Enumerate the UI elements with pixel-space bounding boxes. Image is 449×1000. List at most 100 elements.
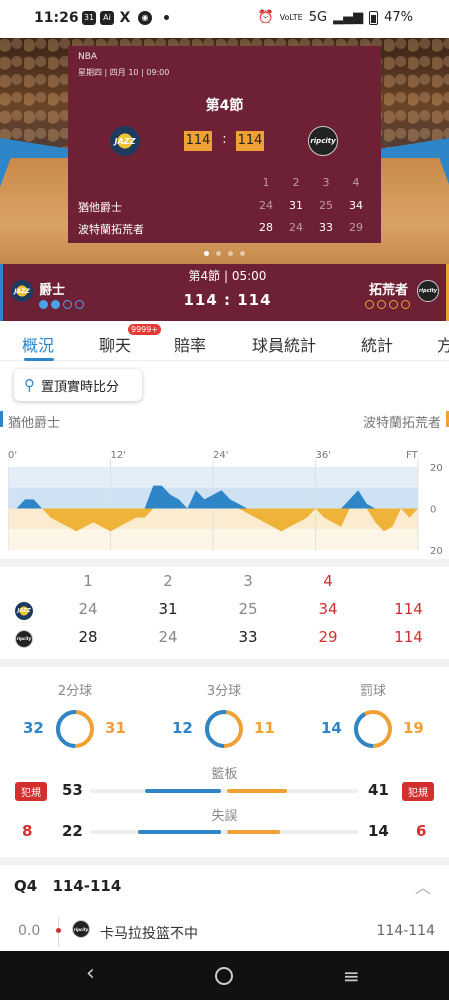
home-legend-swatch <box>0 411 3 427</box>
calendar-icon: 31 <box>82 11 96 25</box>
quarter-header: 1 <box>262 176 270 189</box>
bar-track <box>90 789 358 793</box>
away-timeouts <box>365 300 410 309</box>
network-label: 5G <box>308 10 328 25</box>
pager-dot[interactable] <box>228 251 233 256</box>
home-bar-fill <box>137 830 221 834</box>
box-cell: 34 <box>318 600 338 618</box>
pin-live-score-button[interactable]: ⚲ 置頂實時比分 <box>14 369 142 401</box>
box-team-logo: JAZZ <box>0 595 48 623</box>
timeline-dot <box>56 928 61 933</box>
box-cell: 25 <box>238 600 258 618</box>
pbp-time: 0.0 <box>18 923 41 939</box>
tab-chat[interactable]: 聊天 <box>99 332 131 356</box>
quarter-score: 25 <box>319 199 333 212</box>
tab-more[interactable]: 方 <box>437 332 449 356</box>
quarter-score: 28 <box>259 221 273 234</box>
home-icon[interactable] <box>215 967 233 985</box>
home-team-name: 猶他爵士 <box>78 201 122 214</box>
away-score: 114 <box>236 131 264 151</box>
box-cell: 24 <box>158 628 178 646</box>
pager-dot[interactable] <box>204 251 209 256</box>
timeout-dot <box>377 300 386 309</box>
home-turnovers: 22 <box>62 822 83 840</box>
tab-overview[interactable]: 概況 <box>22 332 54 356</box>
section-divider <box>0 659 449 667</box>
battery-percent: 47% <box>384 10 413 25</box>
home-shot-value: 12 <box>172 719 193 737</box>
section-divider <box>0 857 449 865</box>
pin-icon: ⚲ <box>24 376 35 394</box>
quarter-score: 34 <box>349 199 363 212</box>
x-tick-label: 0' <box>8 450 17 461</box>
pbp-event-row: 0.0 ripcity 卡马拉投篮不中 114-114 <box>0 917 449 947</box>
home-shot-value: 14 <box>321 719 342 737</box>
game-datetime: 星期四 | 四月 10 | 09:00 <box>78 68 170 77</box>
system-nav-bar: ‹ ≡ <box>0 951 449 1000</box>
x-tick-label: 36' <box>316 450 331 461</box>
home-fouls: 8 <box>22 822 33 840</box>
live-scorebar: 第4節 | 05:00 JAZZ 爵士 114 : 114 拓荒者 ripcit… <box>0 264 449 321</box>
pbp-quarter-header[interactable]: Q4 114-114 <box>14 877 121 895</box>
alarm-icon: ⏰ <box>257 10 274 25</box>
active-tab-indicator <box>24 358 54 361</box>
section-divider <box>0 559 449 567</box>
period-label: 第4節 <box>205 98 244 114</box>
away-shot-value: 11 <box>254 719 275 737</box>
shot-type-label: 罰球 <box>359 684 386 699</box>
pager-dot[interactable] <box>216 251 221 256</box>
pager-dot[interactable] <box>240 251 245 256</box>
box-cell: 29 <box>318 628 338 646</box>
tab-player-stats[interactable]: 球員統計 <box>252 332 316 356</box>
box-cell: 31 <box>158 600 178 618</box>
shooting-ring <box>354 710 392 748</box>
quarter-header: 3 <box>322 176 330 189</box>
tab-odds[interactable]: 賠率 <box>174 332 206 356</box>
shot-type-label: 2分球 <box>57 684 93 699</box>
ai-icon: Ai <box>100 11 114 25</box>
away-turnovers: 14 <box>368 822 389 840</box>
box-header-current: 4 <box>323 572 333 590</box>
quarter-score: 24 <box>289 221 303 234</box>
tab-stats[interactable]: 統計 <box>361 332 393 356</box>
blazers-logo: ripcity <box>72 920 90 938</box>
away-fouls: 6 <box>416 822 427 840</box>
volte-icon: VoLTE <box>279 12 303 22</box>
away-quarter-row: 波特蘭拓荒者 28 24 33 29 <box>78 221 368 239</box>
app-notification-icon: ◉ <box>138 11 152 25</box>
box-header <box>368 567 449 595</box>
chevron-up-icon[interactable]: ︿ <box>415 874 431 898</box>
menu-icon[interactable]: ≡ <box>343 964 360 988</box>
box-header: 1 <box>83 572 93 590</box>
pbp-text: 卡马拉投篮不中 <box>100 926 198 942</box>
box-corner <box>0 567 48 595</box>
away-bar-fill <box>227 830 281 834</box>
rebounds-label: 籃板 <box>211 767 238 782</box>
home-rebounds: 53 <box>62 781 83 799</box>
tab-bar: 概況 聊天 9999+ 賠率 球員統計 統計 方 <box>0 321 449 361</box>
jazz-logo: JAZZ <box>15 602 33 620</box>
score-separator: : <box>222 132 227 147</box>
away-rebounds: 41 <box>368 781 389 799</box>
carousel-pager[interactable] <box>0 251 449 256</box>
y-tick-label: 20 <box>430 546 443 555</box>
x-app-icon: X <box>119 10 131 26</box>
shooting-ring <box>205 710 243 748</box>
box-header: 3 <box>243 572 253 590</box>
quarter-score: 33 <box>319 221 333 234</box>
back-icon[interactable]: ‹ <box>86 961 95 986</box>
pbp-score: 114-114 <box>376 923 436 939</box>
box-total: 114 <box>394 628 423 646</box>
shot-type-label: 3分球 <box>206 684 242 699</box>
y-tick-label: 20 <box>430 463 443 474</box>
blazers-logo: ripcity <box>15 629 33 648</box>
game-hero[interactable]: NBA 星期四 | 四月 10 | 09:00 第4節 JAZZ ripcity… <box>0 38 449 264</box>
home-bar-fill <box>144 789 221 793</box>
x-tick-label: FT <box>406 450 419 461</box>
pbp-quarter-score: 114-114 <box>52 877 122 895</box>
away-shot-value: 19 <box>403 719 424 737</box>
x-tick-label: 24' <box>213 450 228 461</box>
quarter-score: 31 <box>289 199 303 212</box>
box-total: 114 <box>394 600 423 618</box>
chat-badge: 9999+ <box>128 324 162 335</box>
